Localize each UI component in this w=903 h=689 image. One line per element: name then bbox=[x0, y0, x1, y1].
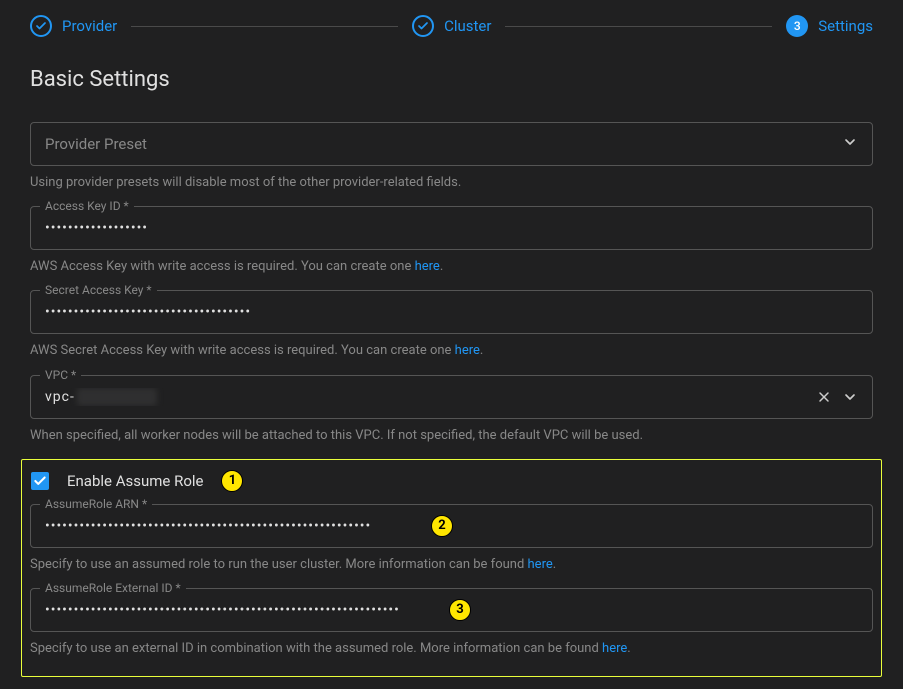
field-label: VPC * bbox=[40, 368, 81, 382]
access-key-field: Access Key ID * •••••••••••••••••• AWS A… bbox=[30, 206, 873, 276]
chevron-down-icon[interactable] bbox=[842, 389, 858, 405]
section-title: Basic Settings bbox=[30, 67, 873, 92]
field-label: AssumeRole ARN * bbox=[40, 497, 152, 511]
vpc-field: VPC * vpc- When specified, all worker no… bbox=[30, 375, 873, 445]
step-number-icon: 3 bbox=[786, 15, 808, 37]
wizard-stepper: Provider Cluster 3 Settings bbox=[0, 0, 903, 49]
field-label: AssumeRole External ID * bbox=[40, 581, 186, 595]
check-icon bbox=[30, 15, 52, 37]
field-label: Access Key ID * bbox=[40, 199, 134, 213]
assume-role-arn-input[interactable]: ••••••••••••••••••••••••••••••••••••••••… bbox=[30, 504, 873, 548]
callout-badge-1: 1 bbox=[221, 470, 243, 492]
enable-assume-role-checkbox[interactable] bbox=[31, 472, 49, 490]
step-settings[interactable]: 3 Settings bbox=[786, 15, 873, 37]
helper-text: Using provider presets will disable most… bbox=[30, 174, 873, 192]
checkbox-label: Enable Assume Role bbox=[67, 472, 203, 490]
access-key-input[interactable]: •••••••••••••••••• bbox=[30, 206, 873, 250]
step-cluster[interactable]: Cluster bbox=[412, 15, 491, 37]
callout-badge-3: 3 bbox=[449, 599, 471, 621]
field-label: Secret Access Key * bbox=[40, 283, 157, 297]
redacted-value bbox=[77, 388, 157, 406]
here-link[interactable]: here bbox=[455, 343, 480, 358]
helper-text: Specify to use an external ID in combina… bbox=[30, 640, 873, 658]
here-link[interactable]: here bbox=[602, 641, 627, 656]
check-icon bbox=[412, 15, 434, 37]
assume-role-highlight: Enable Assume Role 1 AssumeRole ARN * ••… bbox=[21, 459, 882, 677]
provider-preset-select[interactable]: Provider Preset bbox=[30, 122, 873, 166]
here-link[interactable]: here bbox=[415, 259, 440, 274]
assume-role-arn-field: AssumeRole ARN * •••••••••••••••••••••••… bbox=[30, 504, 873, 574]
clear-icon[interactable] bbox=[816, 389, 832, 405]
select-placeholder: Provider Preset bbox=[45, 135, 147, 153]
step-label: Cluster bbox=[444, 17, 491, 35]
assume-role-external-id-field: AssumeRole External ID * •••••••••••••••… bbox=[30, 588, 873, 658]
callout-badge-2: 2 bbox=[431, 515, 453, 537]
step-divider bbox=[131, 26, 398, 27]
provider-preset-field: Provider Preset Using provider presets w… bbox=[30, 122, 873, 192]
input-value: vpc- bbox=[45, 388, 816, 406]
chevron-down-icon bbox=[842, 134, 858, 154]
helper-text: AWS Secret Access Key with write access … bbox=[30, 342, 873, 360]
input-value: •••••••••••••••••• bbox=[45, 220, 858, 236]
secret-key-field: Secret Access Key * ••••••••••••••••••••… bbox=[30, 290, 873, 360]
here-link[interactable]: here bbox=[528, 557, 553, 572]
input-value: •••••••••••••••••••••••••••••••••••• bbox=[45, 304, 858, 320]
step-label: Provider bbox=[62, 17, 117, 35]
step-provider[interactable]: Provider bbox=[30, 15, 117, 37]
step-divider bbox=[505, 26, 772, 27]
helper-text: Specify to use an assumed role to run th… bbox=[30, 556, 873, 574]
step-label: Settings bbox=[818, 17, 873, 35]
vpc-select[interactable]: vpc- bbox=[30, 375, 873, 419]
helper-text: AWS Access Key with write access is requ… bbox=[30, 258, 873, 276]
helper-text: When specified, all worker nodes will be… bbox=[30, 427, 873, 445]
enable-assume-role-row: Enable Assume Role 1 bbox=[30, 470, 873, 492]
